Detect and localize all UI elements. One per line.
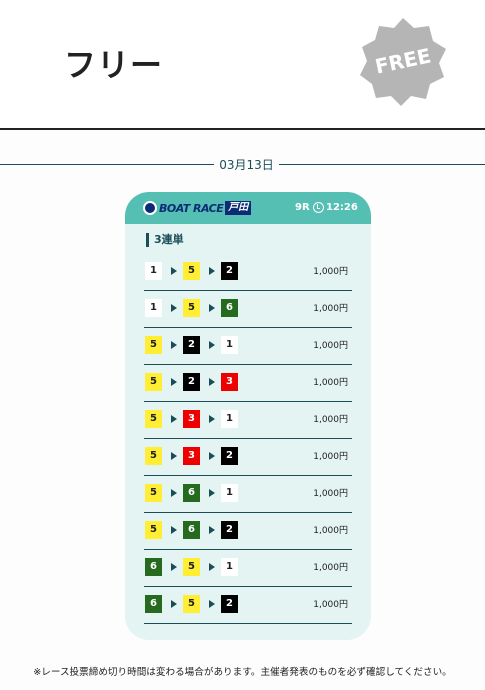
arrow-right-icon: [209, 563, 215, 571]
arrow-right-icon: [209, 415, 215, 423]
arrow-right-icon: [209, 378, 215, 386]
free-badge: FREE: [358, 16, 448, 106]
boat-first: 5: [145, 336, 162, 354]
bet-row: 5 2 1 1,000円: [144, 328, 352, 365]
bet-type-heading: 3連単: [146, 233, 184, 247]
bet-row: 6 5 2 1,000円: [144, 587, 352, 624]
bet-row: 6 5 1 1,000円: [144, 550, 352, 587]
bet-amount: 1,000円: [313, 452, 348, 462]
boatrace-logo: BOAT RACE 戸田: [143, 200, 252, 216]
arrow-right-icon: [209, 489, 215, 497]
date-label: 03月13日: [219, 158, 274, 172]
bet-amount: 1,000円: [313, 415, 348, 425]
boat-second: 5: [183, 262, 200, 280]
arrow-right-icon: [171, 415, 177, 423]
boat-third: 2: [221, 521, 238, 539]
race-number: 9R: [295, 202, 310, 213]
free-badge-label: FREE: [372, 43, 434, 79]
bet-row: 5 3 2 1,000円: [144, 439, 352, 476]
bet-amount: 1,000円: [313, 378, 348, 388]
boat-first: 5: [145, 447, 162, 465]
boat-second: 3: [183, 410, 200, 428]
boat-third: 1: [221, 558, 238, 576]
bet-amount: 1,000円: [313, 267, 348, 277]
arrow-right-icon: [171, 378, 177, 386]
bet-row: 5 3 1 1,000円: [144, 402, 352, 439]
arrow-right-icon: [171, 304, 177, 312]
boat-third: 1: [221, 410, 238, 428]
arrow-right-icon: [171, 526, 177, 534]
divider-line-left: [0, 164, 214, 165]
clock-icon: [313, 202, 324, 213]
date-divider: 03月13日: [0, 154, 485, 174]
boat-second: 6: [183, 521, 200, 539]
boat-second: 2: [183, 336, 200, 354]
boat-third: 2: [221, 447, 238, 465]
boat-first: 1: [145, 262, 162, 280]
boat-first: 5: [145, 373, 162, 391]
logo-text: BOAT RACE: [159, 201, 224, 215]
disclaimer-note: ※レース投票締め切り時間は変わる場合があります。主催者発表のものを必ず確認してく…: [33, 667, 452, 678]
boatrace-emblem-icon: [143, 201, 157, 215]
bet-list: 1 5 2 1,000円 1 5 6 1,000円 5 2 1 1,000円 5…: [144, 254, 352, 624]
boat-first: 5: [145, 410, 162, 428]
arrow-right-icon: [209, 267, 215, 275]
arrow-right-icon: [171, 267, 177, 275]
boat-third: 1: [221, 484, 238, 502]
boat-second: 2: [183, 373, 200, 391]
arrow-right-icon: [209, 304, 215, 312]
race-time: 12:26: [326, 202, 358, 213]
boat-first: 6: [145, 595, 162, 613]
arrow-right-icon: [171, 600, 177, 608]
bet-amount: 1,000円: [313, 563, 348, 573]
boat-second: 6: [183, 484, 200, 502]
boat-first: 5: [145, 521, 162, 539]
boat-third: 1: [221, 336, 238, 354]
arrow-right-icon: [209, 452, 215, 460]
boat-second: 5: [183, 558, 200, 576]
bet-row: 5 6 1 1,000円: [144, 476, 352, 513]
page-title: フリー: [64, 46, 164, 84]
bet-amount: 1,000円: [313, 600, 348, 610]
bet-row: 1 5 2 1,000円: [144, 254, 352, 291]
bet-row: 5 6 2 1,000円: [144, 513, 352, 550]
boat-first: 5: [145, 484, 162, 502]
race-card-header: BOAT RACE 戸田 9R 12:26: [125, 192, 371, 224]
divider-line-right: [279, 164, 485, 165]
arrow-right-icon: [171, 341, 177, 349]
boat-third: 6: [221, 299, 238, 317]
arrow-right-icon: [171, 489, 177, 497]
boat-third: 2: [221, 262, 238, 280]
arrow-right-icon: [209, 341, 215, 349]
page-header: フリー FREE: [0, 0, 485, 130]
boat-first: 6: [145, 558, 162, 576]
arrow-right-icon: [171, 563, 177, 571]
bet-row: 5 2 3 1,000円: [144, 365, 352, 402]
arrow-right-icon: [171, 452, 177, 460]
race-card: BOAT RACE 戸田 9R 12:26 3連単 1 5 2 1,000円 1…: [125, 192, 371, 640]
boat-second: 5: [183, 595, 200, 613]
bet-amount: 1,000円: [313, 526, 348, 536]
boat-first: 1: [145, 299, 162, 317]
boat-second: 5: [183, 299, 200, 317]
bet-amount: 1,000円: [313, 489, 348, 499]
bet-amount: 1,000円: [313, 341, 348, 351]
bet-amount: 1,000円: [313, 304, 348, 314]
boat-third: 3: [221, 373, 238, 391]
bet-row: 1 5 6 1,000円: [144, 291, 352, 328]
boat-third: 2: [221, 595, 238, 613]
boat-second: 3: [183, 447, 200, 465]
arrow-right-icon: [209, 526, 215, 534]
venue-name: 戸田: [225, 201, 252, 215]
arrow-right-icon: [209, 600, 215, 608]
